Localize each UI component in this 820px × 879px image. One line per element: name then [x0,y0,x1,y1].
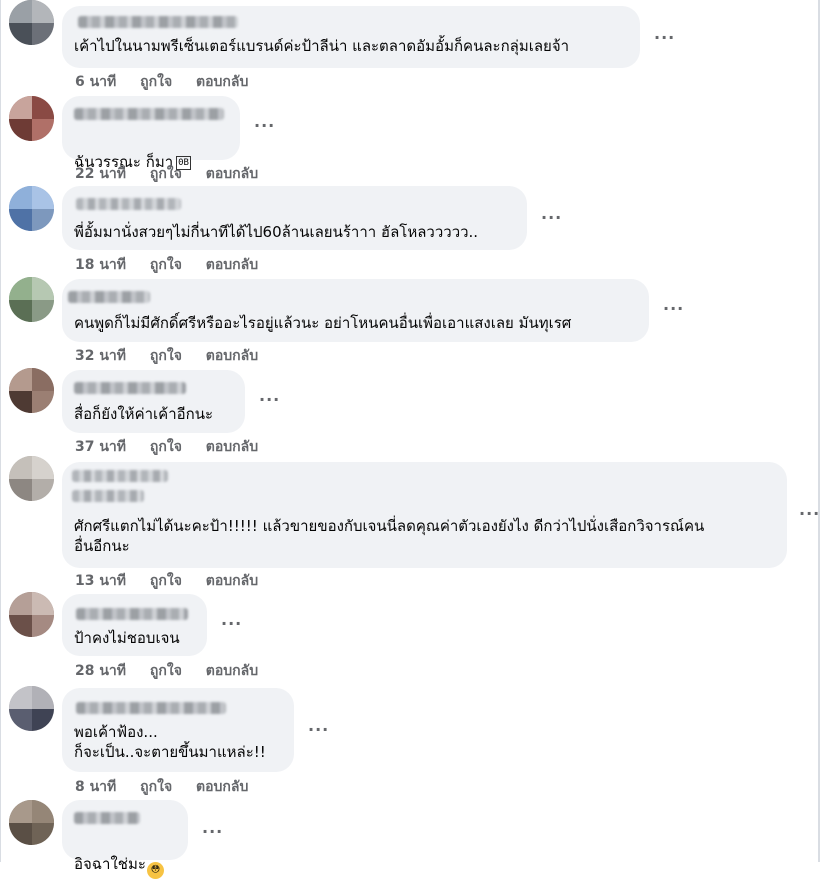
reply-button[interactable]: ตอบกลับ [206,573,258,589]
comment-text: คนพูดก็ไม่มีศักดิ์ศรีหรืออะไรอยู่แล้วนะ … [74,314,572,332]
comment-text: ป้าคงไม่ชอบเจน [74,629,180,647]
comment-time[interactable]: 18 นาที [75,257,126,273]
comment-time[interactable]: 13 นาที [75,573,126,589]
comment-meta: 32 นาที ถูกใจ ตอบกลับ [75,345,277,367]
author-name-blurred[interactable] [76,702,226,714]
like-button[interactable]: ถูกใจ [150,573,182,589]
comment-text: พี่อั้มมานั่งสวยๆไม่กี่นาทีได้ไป60ล้านเล… [74,223,479,241]
more-options-button[interactable]: ··· [259,390,280,409]
comment-meta: 28 นาที ถูกใจ ตอบกลับ [75,660,277,682]
frame-border-left [0,0,1,862]
comment-text: เค้าไปในนามพรีเซ็นเตอร์แบรนด์ค่ะป้าลีน่า… [74,37,570,55]
more-options-button[interactable]: ··· [254,116,275,135]
reply-button[interactable]: ตอบกลับ [206,439,258,455]
author-name-blurred[interactable] [78,16,238,28]
avatar[interactable] [9,96,54,141]
more-options-button[interactable]: ··· [541,208,562,227]
more-options-button[interactable]: ··· [308,720,329,739]
author-name-blurred[interactable] [74,108,224,120]
avatar[interactable] [9,186,54,231]
like-button[interactable]: ถูกใจ [150,166,182,182]
reply-button[interactable]: ตอบกลับ [206,166,258,182]
author-name-blurred[interactable] [72,470,168,482]
comment-bubble: สื่อก็ยังให้ค่าเค้าอีกนะ [62,370,245,433]
comment-bubble: พี่อั้มมานั่งสวยๆไม่กี่นาทีได้ไป60ล้านเล… [62,186,527,250]
author-name-blurred[interactable] [68,291,150,303]
reply-button[interactable]: ตอบกลับ [206,663,258,679]
comment-text: พอเค้าฟ้อง... ก็จะเป็น..จะตายขึ้นมาแหล่ะ… [74,723,266,761]
comment-bubble: เค้าไปในนามพรีเซ็นเตอร์แบรนด์ค่ะป้าลีน่า… [62,6,640,68]
avatar[interactable] [9,592,54,637]
reply-button[interactable]: ตอบกลับ [196,74,248,90]
comment-bubble: ศักศรีแตกไม่ได้นะคะป้า!!!!! แล้วขายของกั… [62,462,787,568]
comment-meta: 37 นาที ถูกใจ ตอบกลับ [75,436,277,458]
comment-text: ศักศรีแตกไม่ได้นะคะป้า!!!!! แล้วขายของกั… [74,517,705,555]
comment-time[interactable]: 32 นาที [75,348,126,364]
like-button[interactable]: ถูกใจ [150,439,182,455]
comment-text: สื่อก็ยังให้ค่าเค้าอีกนะ [74,405,214,423]
comment-bubble: คนพูดก็ไม่มีศักดิ์ศรีหรืออะไรอยู่แล้วนะ … [62,279,649,342]
reply-button[interactable]: ตอบกลับ [196,779,248,795]
comment-time[interactable]: 37 นาที [75,439,126,455]
comment-meta: 6 นาที ถูกใจ ตอบกลับ [75,71,267,93]
avatar[interactable] [9,800,54,845]
comment-time[interactable]: 8 นาที [75,779,116,795]
like-button[interactable]: ถูกใจ [140,74,172,90]
comment-meta: 8 นาที ถูกใจ ตอบกลับ [75,776,267,798]
avatar[interactable] [9,686,54,731]
comment-bubble: ฉันวรรณะ ก็มา 0B [62,96,240,171]
comment-meta: 18 นาที ถูกใจ ตอบกลับ [75,254,277,276]
like-button[interactable]: ถูกใจ [150,348,182,364]
author-name-blurred-line2 [72,490,144,502]
comment-time[interactable]: 22 นาที [75,166,126,182]
comment-text-content: อิจฉาใช่มะ [74,855,146,873]
author-name-blurred[interactable] [74,382,186,394]
comment-bubble: พอเค้าฟ้อง... ก็จะเป็น..จะตายขึ้นมาแหล่ะ… [62,688,294,772]
avatar[interactable] [9,0,54,45]
more-options-button[interactable]: ··· [654,28,675,47]
comment-time[interactable]: 6 นาที [75,74,116,90]
avatar[interactable] [9,368,54,413]
comment-bubble: อิจฉาใช่มะ 😳 [62,800,188,879]
comment-bubble: ป้าคงไม่ชอบเจน [62,594,207,656]
author-name-blurred[interactable] [74,812,140,824]
author-name-blurred[interactable] [76,198,181,210]
avatar[interactable] [9,277,54,322]
comment-text: อิจฉาใช่มะ 😳 [74,834,164,879]
comment-meta: 13 นาที ถูกใจ ตอบกลับ [75,570,277,592]
flushed-face-emoji: 😳 [146,862,164,879]
more-options-button[interactable]: ··· [202,822,223,841]
more-options-button[interactable]: ··· [799,504,820,523]
like-button[interactable]: ถูกใจ [150,257,182,273]
comment-meta: 22 นาที ถูกใจ ตอบกลับ [75,163,277,185]
reply-button[interactable]: ตอบกลับ [206,257,258,273]
like-button[interactable]: ถูกใจ [150,663,182,679]
reply-button[interactable]: ตอบกลับ [206,348,258,364]
more-options-button[interactable]: ··· [221,614,242,633]
like-button[interactable]: ถูกใจ [140,779,172,795]
comment-time[interactable]: 28 นาที [75,663,126,679]
avatar[interactable] [9,456,54,501]
author-name-blurred[interactable] [76,608,188,620]
more-options-button[interactable]: ··· [663,299,684,318]
